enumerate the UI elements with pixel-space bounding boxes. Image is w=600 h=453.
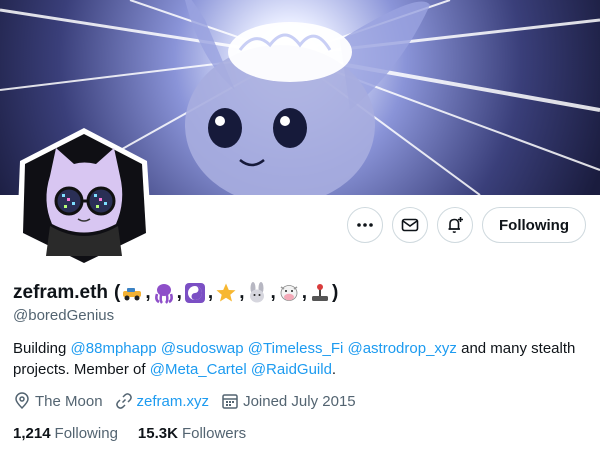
profile-stats: 1,214 Following 15.3K Followers <box>13 425 266 442</box>
profile-bio: Building @88mphapp @sudoswap @Timeless_F… <box>13 338 588 380</box>
following-button-label: Following <box>499 216 569 234</box>
bio-text: . <box>331 361 337 378</box>
more-button[interactable] <box>347 207 384 243</box>
location-item: The Moon <box>13 392 103 410</box>
website-item: zefram.xyz <box>115 392 210 410</box>
display-name-row: zefram.eth ( , , , , , , ) <box>13 282 338 304</box>
joined-text: Joined July 2015 <box>243 392 356 410</box>
username-handle: @boredGenius <box>13 307 115 324</box>
calendar-icon <box>222 394 238 409</box>
notifications-button[interactable] <box>437 207 474 243</box>
profile-meta: The Moon zefram.xyz Joined July 2015 <box>13 392 368 410</box>
followers-count: 15.3K <box>137 425 178 442</box>
avatar-image <box>17 128 152 269</box>
profile-actions: Following <box>347 207 586 243</box>
mention-sudoswap[interactable]: @sudoswap <box>161 340 244 357</box>
mention-astrodrop-xyz[interactable]: @astrodrop_xyz <box>347 340 456 357</box>
star-emoji <box>215 282 237 304</box>
mention-88mphapp[interactable]: @88mphapp <box>71 340 157 357</box>
cow-emoji <box>278 282 300 304</box>
message-button[interactable] <box>392 207 429 243</box>
yin-yang-emoji <box>184 282 206 304</box>
name-emoji-list: ( , , , , , , ) <box>114 282 339 304</box>
display-name: zefram.eth <box>13 282 109 303</box>
following-count: 1,214 <box>13 425 51 442</box>
following-button[interactable]: Following <box>482 207 586 243</box>
octopus-emoji <box>153 282 175 304</box>
mention-meta-cartel[interactable]: @Meta_Cartel <box>150 361 247 378</box>
rabbit-emoji <box>246 282 268 304</box>
joined-item: Joined July 2015 <box>221 392 356 410</box>
mention-timeless-fi[interactable]: @Timeless_Fi <box>248 340 344 357</box>
followers-label: Followers <box>181 425 247 442</box>
following-stat[interactable]: 1,214 Following <box>13 425 118 442</box>
more-dots-icon <box>357 223 373 227</box>
envelope-icon <box>401 218 419 232</box>
following-label: Following <box>54 425 118 442</box>
bell-plus-icon <box>448 217 464 233</box>
link-icon <box>115 393 132 409</box>
profile-avatar[interactable] <box>12 126 157 271</box>
followers-stat[interactable]: 15.3K Followers <box>138 425 246 442</box>
bio-text: Building <box>13 340 71 357</box>
location-pin-icon <box>15 392 29 410</box>
location-text: The Moon <box>35 392 103 410</box>
mention-raidguild[interactable]: @RaidGuild <box>251 361 332 378</box>
joystick-emoji <box>309 282 331 304</box>
race-car-emoji <box>121 282 143 304</box>
website-link[interactable]: zefram.xyz <box>137 393 210 410</box>
